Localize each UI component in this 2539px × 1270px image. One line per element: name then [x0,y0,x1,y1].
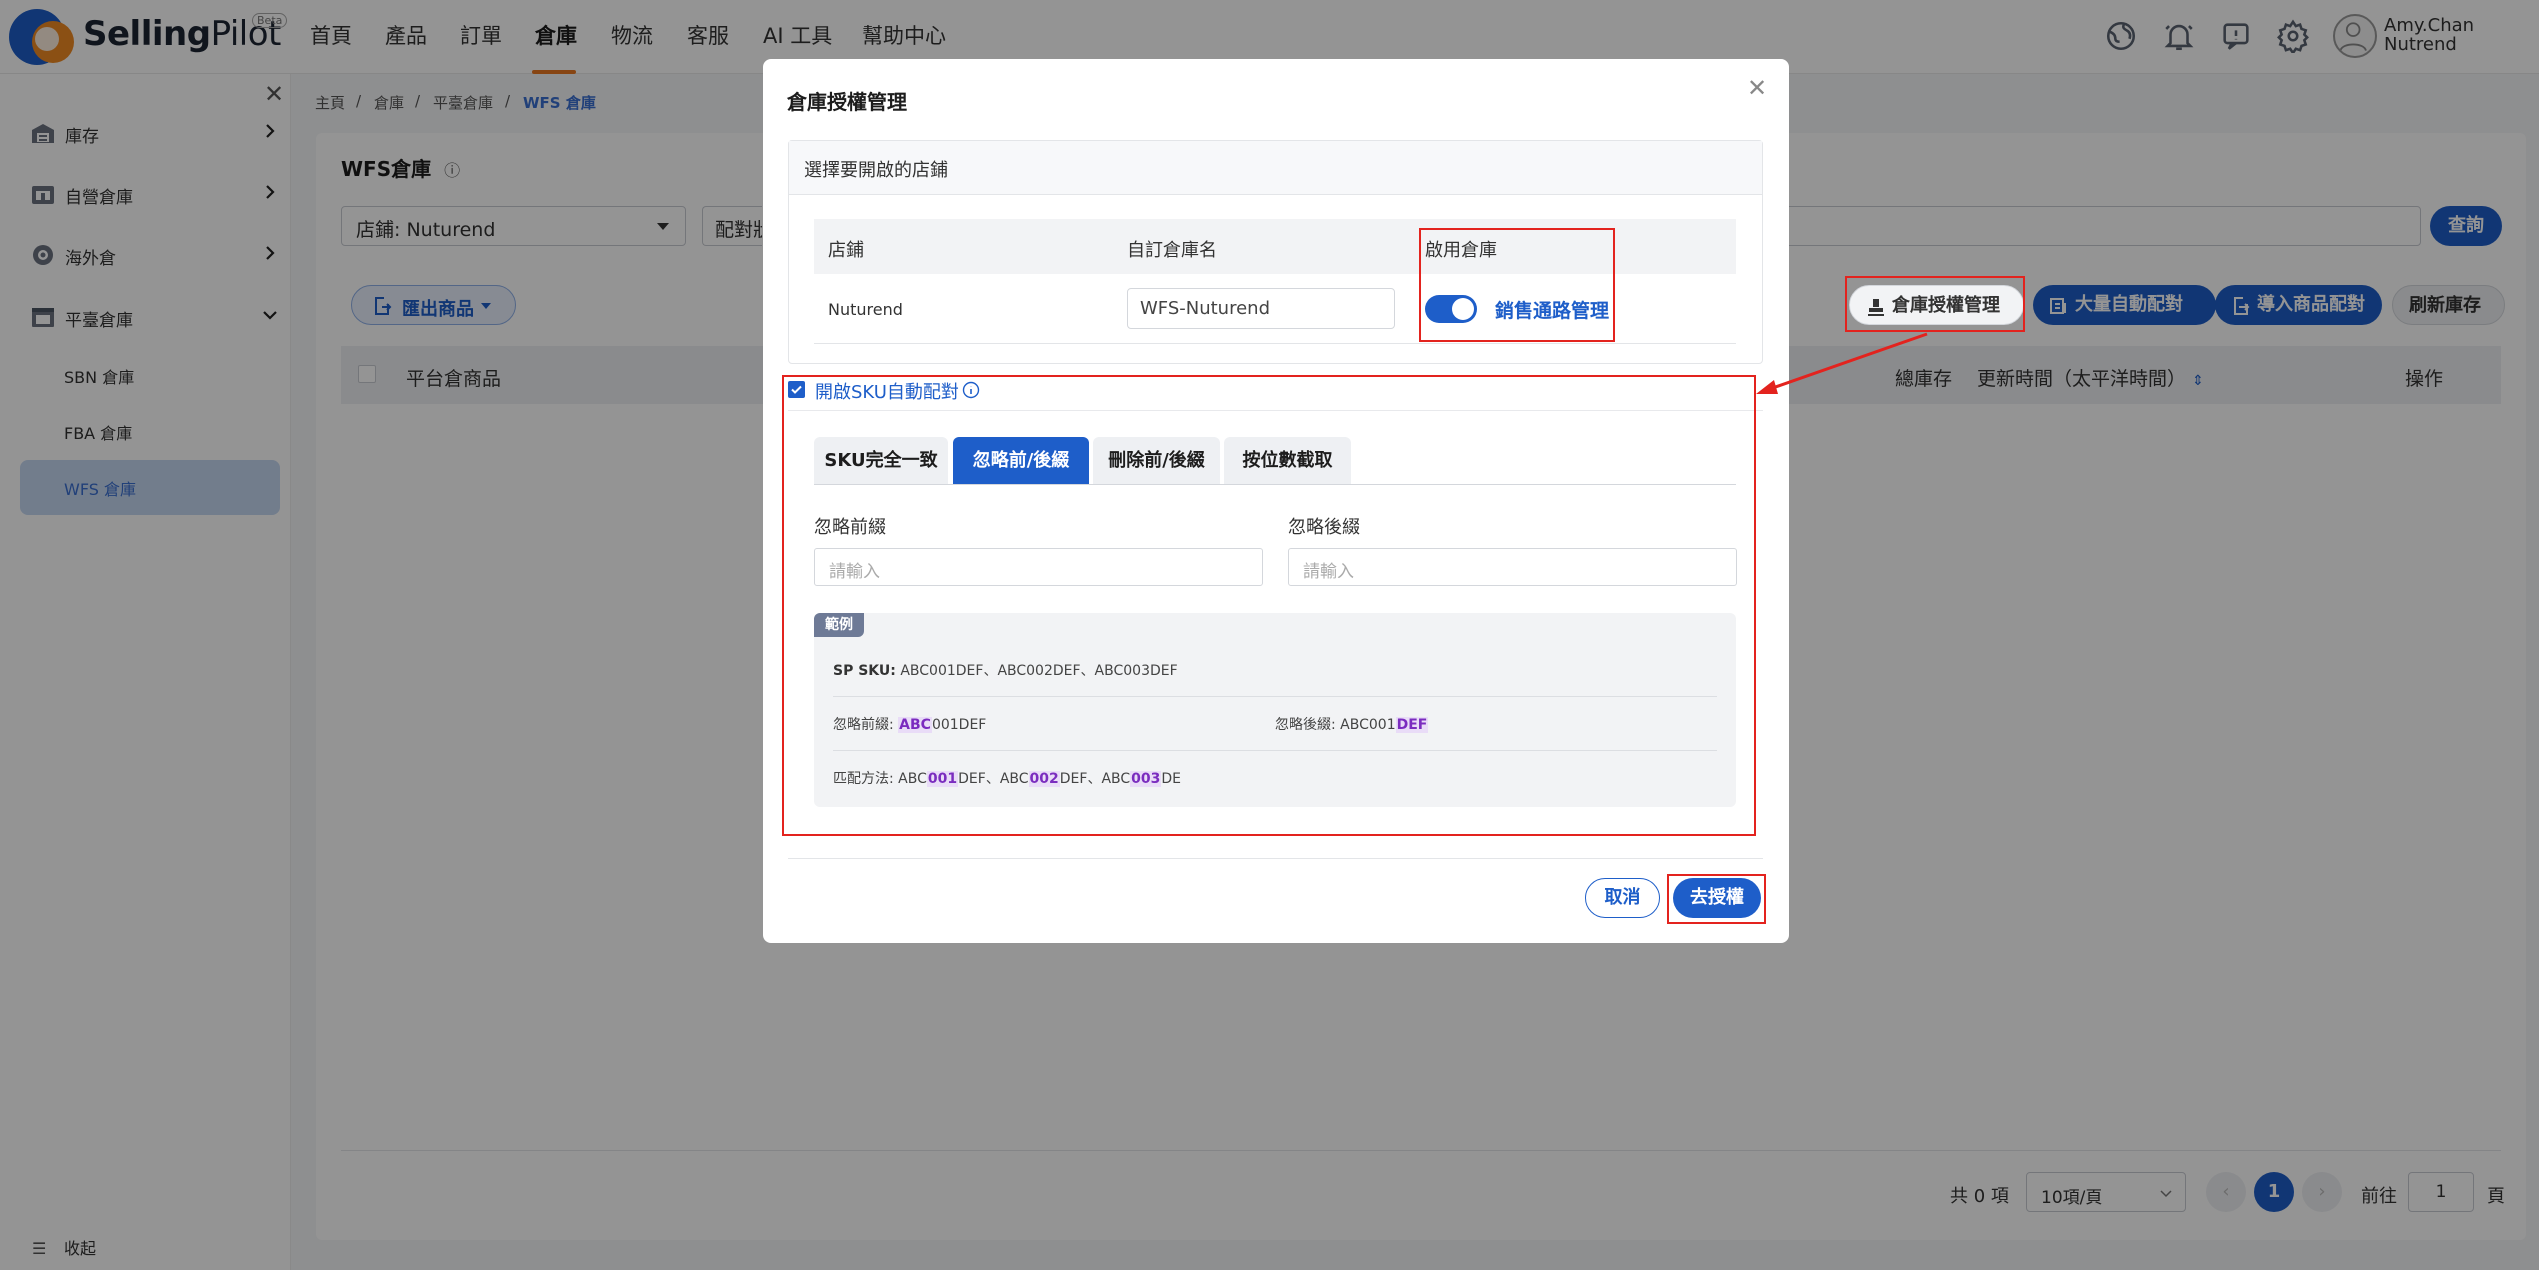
annotation-box-auth-button [1845,276,2025,332]
annotation-box-auto-match [782,375,1756,836]
modal-col-store: 店鋪 [828,240,864,261]
store-name-cell: Nuturend [828,300,903,319]
close-icon[interactable]: ✕ [1747,74,1767,102]
modal-title: 倉庫授權管理 [787,90,907,114]
store-section-title: 選擇要開啟的店鋪 [804,160,948,181]
annotation-box-authorize [1667,874,1766,924]
custom-warehouse-name-input[interactable]: WFS-Nuturend [1127,288,1395,329]
row-divider [814,343,1736,344]
cancel-button[interactable]: 取消 [1585,878,1660,918]
modal-col-custom-name: 自訂倉庫名 [1127,240,1217,261]
annotation-arrow-icon [1756,332,1928,394]
modal-footer-divider [788,858,1763,859]
annotation-box-enable [1419,228,1615,342]
